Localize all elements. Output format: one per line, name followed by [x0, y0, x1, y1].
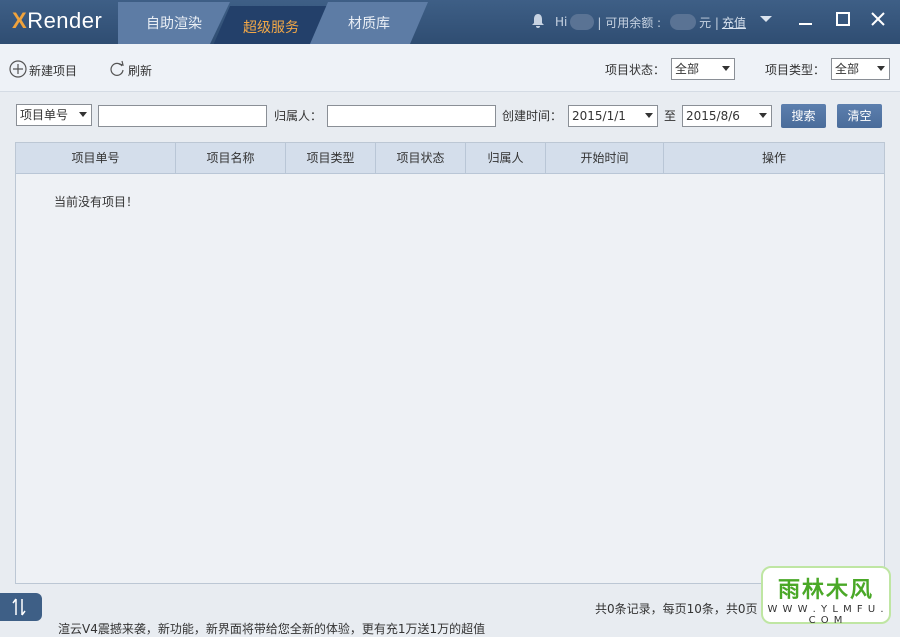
minimize-icon[interactable] [796, 10, 816, 30]
type-filter-select[interactable]: 全部 [831, 58, 890, 80]
column-header[interactable]: 项目名称 [176, 143, 286, 174]
refresh-icon [108, 60, 126, 81]
chevron-down-icon [877, 66, 885, 71]
chevron-down-icon [79, 112, 87, 117]
column-header[interactable]: 开始时间 [546, 143, 664, 174]
chevron-down-icon [759, 113, 767, 118]
column-header[interactable]: 项目状态 [376, 143, 466, 174]
owner-input[interactable] [327, 105, 496, 127]
watermark-url: W W W . Y L M F U . C O M [767, 604, 885, 626]
watermark-logo: 雨林木风 W W W . Y L M F U . C O M [761, 566, 891, 626]
date-to-picker[interactable]: 2015/8/6 [682, 105, 772, 127]
search-button[interactable]: 搜索 [781, 104, 826, 128]
maximize-icon[interactable] [833, 10, 853, 30]
tab-material-library[interactable]: 材质库 [310, 2, 428, 44]
search-field-select[interactable]: 项目单号 [16, 104, 92, 126]
column-header[interactable]: 操作 [664, 143, 884, 174]
status-filter-select[interactable]: 全部 [671, 58, 735, 80]
swap-arrows-icon [12, 598, 26, 616]
currency-label: 元 | [699, 15, 719, 30]
column-header[interactable]: 项目单号 [16, 143, 176, 174]
status-filter-value: 全部 [675, 62, 700, 76]
new-project-button[interactable]: 新建项目 [9, 60, 77, 81]
greeting: Hi [555, 15, 568, 29]
news-ticker[interactable]: 渲云V4震撼来袭，新功能，新界面将带给您全新的体验，更有充1万送1万的超值 [58, 620, 485, 637]
owner-label: 归属人： [274, 109, 323, 123]
recharge-link[interactable]: 充值 [722, 14, 746, 31]
date-from-value: 2015/1/1 [572, 109, 626, 123]
chevron-down-icon [645, 113, 653, 118]
chevron-down-icon [722, 66, 730, 71]
created-time-label: 创建时间： [502, 109, 563, 123]
tab-label: 超级服务 [243, 20, 299, 36]
column-header[interactable]: 归属人 [466, 143, 546, 174]
table-header: 项目单号 项目名称 项目类型 项目状态 归属人 开始时间 操作 [16, 143, 884, 174]
tab-label: 自助渲染 [146, 16, 202, 32]
status-filter-label: 项目状态： [605, 63, 666, 77]
to-label: 至 [664, 109, 677, 123]
search-field-value: 项目单号 [20, 108, 69, 122]
clear-button[interactable]: 清空 [837, 104, 882, 128]
new-project-label: 新建项目 [29, 64, 78, 78]
empty-message: 当前没有项目！ [54, 195, 139, 209]
close-icon[interactable] [868, 10, 888, 30]
refresh-label: 刷新 [128, 64, 153, 78]
refresh-button[interactable]: 刷新 [108, 60, 152, 81]
watermark-title: 雨林木风 [777, 578, 874, 603]
add-circle-icon [9, 60, 27, 81]
balance-label: | 可用余额 : [597, 15, 662, 30]
type-filter-label: 项目类型： [765, 63, 826, 77]
tab-label: 材质库 [348, 16, 390, 32]
collapse-toggle-button[interactable] [0, 593, 42, 621]
app-logo: XRender [12, 8, 103, 33]
dropdown-menu-icon[interactable] [756, 10, 776, 30]
username-masked [570, 14, 595, 30]
account-area: Hi | 可用余额 : 元 | 充值 [530, 12, 746, 32]
balance-masked [670, 14, 697, 30]
type-filter-value: 全部 [835, 62, 860, 76]
column-header[interactable]: 项目类型 [286, 143, 376, 174]
toolbar: 新建项目 刷新 项目状态： 全部 项目类型： 全部 [0, 44, 900, 92]
project-table: 项目单号 项目名称 项目类型 项目状态 归属人 开始时间 操作 当前没有项目！ [15, 142, 885, 584]
date-from-picker[interactable]: 2015/1/1 [568, 105, 658, 127]
paging-info: 共0条记录，每页10条，共0页 [595, 602, 758, 616]
bell-icon[interactable] [530, 13, 546, 32]
search-input[interactable] [98, 105, 267, 127]
title-bar: XRender 自助渲染 超级服务 材质库 Hi | 可用余额 : 元 | 充值 [0, 0, 900, 48]
date-to-value: 2015/8/6 [686, 109, 740, 123]
